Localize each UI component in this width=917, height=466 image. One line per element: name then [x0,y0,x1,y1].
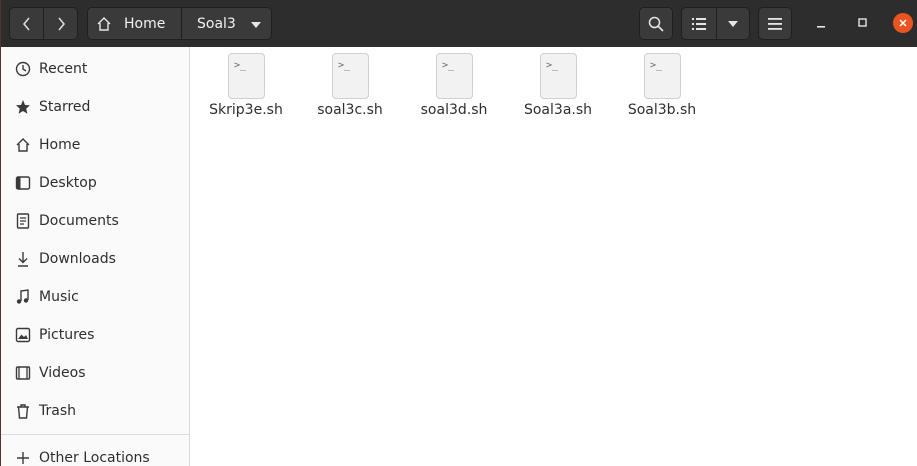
sidebar-item-label: Trash [39,403,76,419]
sidebar-item-label: Downloads [39,251,116,267]
back-button[interactable] [9,7,44,40]
picture-icon [14,326,32,344]
sidebar-item-label: Music [39,289,79,305]
file-item[interactable]: >_ Soal3a.sh [508,53,608,123]
search-icon [648,16,664,32]
sidebar-item-label: Recent [39,61,88,77]
file-item[interactable]: >_ Skrip3e.sh [196,53,296,123]
sidebar-item-label: Pictures [39,327,95,343]
file-name: soal3c.sh [317,102,383,118]
sidebar: Recent Starred Home Desktop Documents Do… [0,47,190,466]
sidebar-item-label: Videos [39,365,86,381]
sidebar-item-starred[interactable]: Starred [1,88,190,126]
breadcrumb-current-label: Soal3 [197,15,236,32]
trash-icon [14,402,32,420]
file-item[interactable]: >_ soal3d.sh [404,53,504,123]
sidebar-item-label: Documents [39,213,119,229]
sidebar-item-downloads[interactable]: Downloads [1,240,190,278]
breadcrumb-home[interactable]: Home [87,7,182,40]
maximize-button[interactable] [850,10,876,36]
sidebar-item-other-locations[interactable]: Other Locations [1,439,190,466]
close-icon [893,13,913,33]
chevron-down-icon [251,22,261,28]
search-button[interactable] [639,7,673,40]
sidebar-item-desktop[interactable]: Desktop [1,164,190,202]
document-icon [14,212,32,230]
plus-icon [14,449,32,466]
script-file-icon: >_ [332,53,369,99]
chevron-left-icon [22,17,30,30]
file-name: Skrip3e.sh [209,102,283,118]
hamburger-menu-icon [768,17,782,30]
file-view: >_ Skrip3e.sh >_ soal3c.sh >_ soal3d.sh … [190,47,917,466]
clock-icon [14,60,32,78]
script-file-icon: >_ [540,53,577,99]
sidebar-item-recent[interactable]: Recent [1,50,190,88]
file-name: soal3d.sh [420,102,488,118]
home-icon [14,136,32,154]
sidebar-item-label: Other Locations [39,450,150,466]
script-file-icon: >_ [436,53,473,99]
sidebar-item-documents[interactable]: Documents [1,202,190,240]
view-mode-button[interactable] [681,7,717,40]
sidebar-item-videos[interactable]: Videos [1,354,190,392]
file-item[interactable]: >_ Soal3b.sh [612,53,712,123]
breadcrumb-home-label: Home [124,15,166,32]
file-name: Soal3a.sh [523,102,593,118]
music-icon [14,288,32,306]
close-button[interactable] [890,10,916,36]
minimize-button[interactable] [809,10,835,36]
sidebar-divider [1,434,190,435]
script-file-icon: >_ [644,53,681,99]
chevron-right-icon [57,17,65,30]
sidebar-item-label: Desktop [39,175,97,191]
file-name: Soal3b.sh [627,102,697,118]
sidebar-item-label: Home [39,137,81,153]
breadcrumb-current[interactable]: Soal3 [181,7,272,40]
sidebar-item-music[interactable]: Music [1,278,190,316]
maximize-icon [858,18,867,27]
file-item[interactable]: >_ soal3c.sh [300,53,400,123]
forward-button[interactable] [43,7,78,40]
view-options-button[interactable] [716,7,750,40]
home-icon [97,16,111,31]
list-view-icon [692,17,706,30]
minimize-icon [817,26,825,28]
sidebar-item-home[interactable]: Home [1,126,190,164]
download-icon [14,250,32,268]
header-bar: Home Soal3 [0,0,917,47]
sidebar-item-pictures[interactable]: Pictures [1,316,190,354]
sidebar-item-label: Starred [39,99,91,115]
video-icon [14,364,32,382]
desktop-icon [14,174,32,192]
chevron-down-icon [728,20,738,27]
sidebar-item-trash[interactable]: Trash [1,392,190,430]
menu-button[interactable] [758,7,792,40]
script-file-icon: >_ [228,53,265,99]
star-icon [14,98,32,116]
